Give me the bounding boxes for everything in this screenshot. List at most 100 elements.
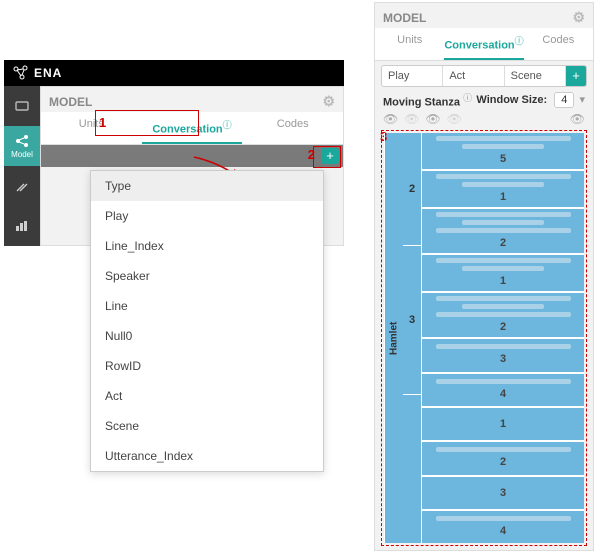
window-size-value[interactable]: 4 xyxy=(554,92,574,108)
play-column: Hamlet xyxy=(384,133,403,543)
gear-icon[interactable]: ⚙ xyxy=(572,9,585,26)
scene-cell[interactable]: 4 xyxy=(422,374,584,408)
dropdown-item[interactable]: Act xyxy=(91,381,323,411)
share-icon xyxy=(14,134,30,148)
tools-icon xyxy=(15,179,29,193)
eye-off-icon[interactable]: 👁 xyxy=(447,112,462,126)
rail-label-model: Model xyxy=(11,150,33,159)
line-bar xyxy=(436,296,571,301)
right-screenshot: MODEL ⚙ Units Conversationⓘ Codes Play A… xyxy=(374,2,594,551)
scene-number: 1 xyxy=(428,417,578,431)
line-bar xyxy=(462,220,545,225)
viz-body[interactable]: Hamlet2351212341234 xyxy=(384,133,584,543)
scene-cell[interactable]: 2 xyxy=(422,209,584,255)
conversation-viz: 3 Hamlet2351212341234 xyxy=(381,130,587,546)
dropdown-item[interactable]: Line_Index xyxy=(91,231,323,261)
scene-number: 2 xyxy=(428,455,578,469)
scene-number: 1 xyxy=(428,274,578,288)
scene-number: 2 xyxy=(428,320,578,334)
rail-item-tools[interactable] xyxy=(4,166,40,206)
line-bar xyxy=(462,266,545,271)
scene-number: 2 xyxy=(428,236,578,250)
dropdown-item[interactable]: Type xyxy=(91,171,323,201)
visibility-row: 👁 👁 👁 👁 👁 xyxy=(375,112,593,130)
line-bar xyxy=(436,447,571,452)
dropdown-item[interactable]: Scene xyxy=(91,411,323,441)
line-bar xyxy=(462,304,545,309)
model-panel-right: MODEL ⚙ Units Conversationⓘ Codes Play A… xyxy=(374,2,594,551)
scene-cell[interactable]: 5 xyxy=(422,133,584,171)
scene-cell[interactable]: 1 xyxy=(422,255,584,293)
scene-cell[interactable]: 1 xyxy=(422,171,584,209)
app-header: ENA xyxy=(4,60,344,86)
rail-item-data[interactable] xyxy=(4,86,40,126)
scene-column: 5 1 2 1 2 3 4 1 2 3 4 xyxy=(422,133,584,543)
scene-cell[interactable]: 3 xyxy=(422,477,584,511)
tab-conversation[interactable]: Conversationⓘ xyxy=(444,28,523,60)
rail-item-stats[interactable] xyxy=(4,206,40,246)
eye-off-icon[interactable]: 👁 xyxy=(404,112,419,126)
line-bar xyxy=(436,258,571,263)
annotation-1: 1 xyxy=(99,115,106,130)
scene-number: 5 xyxy=(428,152,578,166)
dropdown-item[interactable]: Null0 xyxy=(91,321,323,351)
line-bar xyxy=(436,344,571,349)
dropdown-item[interactable]: Line xyxy=(91,291,323,321)
chevron-down-icon[interactable]: ▾ xyxy=(579,94,585,106)
app-name: ENA xyxy=(34,66,62,80)
tabs-left: Units Conversationⓘ Codes 1 xyxy=(41,112,343,145)
line-bar xyxy=(462,144,545,149)
line-bar xyxy=(436,228,571,233)
box-icon xyxy=(14,100,30,112)
tabs-right: Units Conversationⓘ Codes xyxy=(375,28,593,61)
rail-item-model[interactable]: Model xyxy=(4,126,40,166)
scene-number: 4 xyxy=(428,387,578,401)
side-rail: Model xyxy=(4,86,40,246)
scene-cell[interactable]: 4 xyxy=(422,511,584,543)
annotation-2: 2 xyxy=(308,147,315,162)
gear-icon[interactable]: ⚙ xyxy=(322,93,335,110)
act-cell: 2 xyxy=(403,133,421,245)
line-bar xyxy=(436,379,571,384)
scene-cell[interactable]: 1 xyxy=(422,408,584,442)
help-icon[interactable]: ⓘ xyxy=(515,36,524,46)
select-play[interactable]: Play xyxy=(382,66,443,86)
select-act[interactable]: Act xyxy=(443,66,504,86)
line-bar xyxy=(436,136,571,141)
stanza-settings: Moving Stanza ⓘ Window Size: 4 ▾ xyxy=(375,87,593,113)
dropdown-item[interactable]: RowID xyxy=(91,351,323,381)
dropdown-item[interactable]: Play xyxy=(91,201,323,231)
dropdown-item[interactable]: Speaker xyxy=(91,261,323,291)
select-scene[interactable]: Scene xyxy=(505,66,566,86)
line-bar xyxy=(436,212,571,217)
annotation-box-1 xyxy=(95,110,199,136)
eye-icon[interactable]: 👁 xyxy=(570,112,585,126)
tab-codes[interactable]: Codes xyxy=(242,112,343,144)
grouping-selects: Play Act Scene + xyxy=(381,65,587,87)
act-cell: 3 xyxy=(403,246,421,395)
eye-icon[interactable]: 👁 xyxy=(383,112,398,126)
network-icon xyxy=(12,64,30,82)
scene-number: 4 xyxy=(428,524,578,538)
moving-stanza-label: Moving Stanza xyxy=(383,96,460,108)
panel-title: MODEL xyxy=(49,95,92,109)
scene-number: 3 xyxy=(428,486,578,500)
line-bar xyxy=(436,312,571,317)
line-bar xyxy=(436,174,571,179)
tab-codes[interactable]: Codes xyxy=(524,28,593,60)
help-icon[interactable]: ⓘ xyxy=(223,120,232,130)
line-bar xyxy=(462,182,545,187)
eye-icon[interactable]: 👁 xyxy=(425,112,440,126)
act-cell xyxy=(403,395,421,543)
window-size: Window Size: 4 ▾ xyxy=(476,93,585,106)
act-column: 23 xyxy=(403,133,422,543)
dropdown-item[interactable]: Utterance_Index xyxy=(91,441,323,471)
annotation-box-2 xyxy=(313,146,341,168)
add-button[interactable]: + xyxy=(566,66,586,86)
help-icon[interactable]: ⓘ xyxy=(463,93,472,103)
scene-cell[interactable]: 2 xyxy=(422,293,584,339)
scene-cell[interactable]: 3 xyxy=(422,339,584,373)
line-bar xyxy=(436,516,571,521)
tab-units[interactable]: Units xyxy=(375,28,444,60)
scene-cell[interactable]: 2 xyxy=(422,442,584,476)
